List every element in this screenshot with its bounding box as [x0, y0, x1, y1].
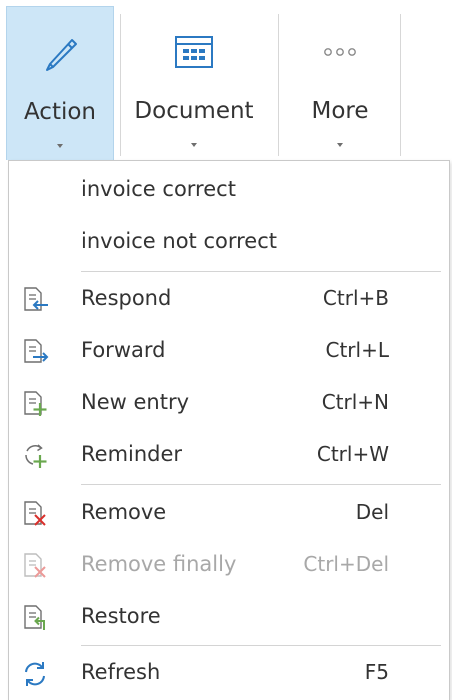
- ribbon-toolbar: Action Document More: [0, 0, 452, 160]
- pencil-icon: [7, 27, 113, 79]
- action-dropdown-menu: invoice correct invoice not correct Resp…: [8, 160, 450, 700]
- menu-item-remove-finally: Remove finally Ctrl+Del: [9, 541, 449, 591]
- menu-item-shortcut: Del: [355, 500, 389, 524]
- menu-separator: [81, 645, 441, 646]
- remove-icon: [21, 500, 49, 528]
- menu-item-invoice-correct[interactable]: invoice correct: [9, 166, 449, 216]
- menu-item-shortcut: Ctrl+W: [316, 442, 389, 466]
- menu-item-label: New entry: [81, 390, 190, 414]
- ribbon-separator: [278, 14, 279, 156]
- menu-item-label: Forward: [81, 338, 166, 362]
- document-ribbon-button[interactable]: Document: [124, 6, 264, 160]
- forward-icon: [21, 338, 49, 366]
- chevron-down-icon: [191, 143, 197, 147]
- menu-item-label: Remove finally: [81, 552, 237, 576]
- menu-item-label: Refresh: [81, 660, 161, 684]
- menu-item-restore[interactable]: Restore: [9, 593, 449, 643]
- document-table-icon: [124, 26, 264, 78]
- respond-icon: [21, 286, 49, 314]
- menu-item-label: Restore: [81, 604, 161, 628]
- menu-item-label: invoice correct: [81, 177, 236, 201]
- menu-item-remove[interactable]: Remove Del: [9, 489, 449, 539]
- action-ribbon-button[interactable]: Action: [6, 6, 114, 160]
- ribbon-separator: [400, 14, 401, 156]
- menu-item-shortcut: F5: [364, 660, 389, 684]
- more-ribbon-button[interactable]: More: [282, 6, 398, 160]
- menu-item-new-entry[interactable]: New entry Ctrl+N: [9, 379, 449, 429]
- ellipsis-icon: [282, 26, 398, 78]
- menu-item-label: invoice not correct: [81, 229, 277, 253]
- menu-item-shortcut: Ctrl+L: [325, 338, 390, 362]
- document-ribbon-label: Document: [134, 98, 254, 124]
- refresh-icon: [21, 660, 49, 688]
- menu-item-shortcut: Ctrl+B: [322, 286, 389, 310]
- menu-item-forward[interactable]: Forward Ctrl+L: [9, 327, 449, 377]
- app-root: Action Document More invoice correct inv…: [0, 0, 452, 700]
- new-entry-icon: [21, 390, 49, 418]
- menu-item-shortcut: Ctrl+Del: [303, 552, 389, 576]
- menu-item-shortcut: Ctrl+N: [321, 390, 389, 414]
- restore-icon: [21, 604, 49, 632]
- more-ribbon-label: More: [311, 98, 369, 124]
- ribbon-separator: [120, 14, 121, 156]
- menu-item-label: Reminder: [81, 442, 183, 466]
- chevron-down-icon: [337, 143, 343, 147]
- menu-separator: [81, 271, 441, 272]
- menu-separator: [81, 484, 441, 485]
- remove-finally-icon: [21, 552, 49, 580]
- menu-item-invoice-not-correct[interactable]: invoice not correct: [9, 218, 449, 268]
- menu-item-label: Respond: [81, 286, 172, 310]
- menu-item-label: Remove: [81, 500, 167, 524]
- menu-item-respond[interactable]: Respond Ctrl+B: [9, 275, 449, 325]
- action-ribbon-label: Action: [23, 99, 97, 125]
- reminder-icon: [21, 442, 49, 470]
- menu-item-reminder[interactable]: Reminder Ctrl+W: [9, 431, 449, 481]
- menu-item-refresh[interactable]: Refresh F5: [9, 649, 449, 699]
- chevron-down-icon: [57, 144, 63, 148]
